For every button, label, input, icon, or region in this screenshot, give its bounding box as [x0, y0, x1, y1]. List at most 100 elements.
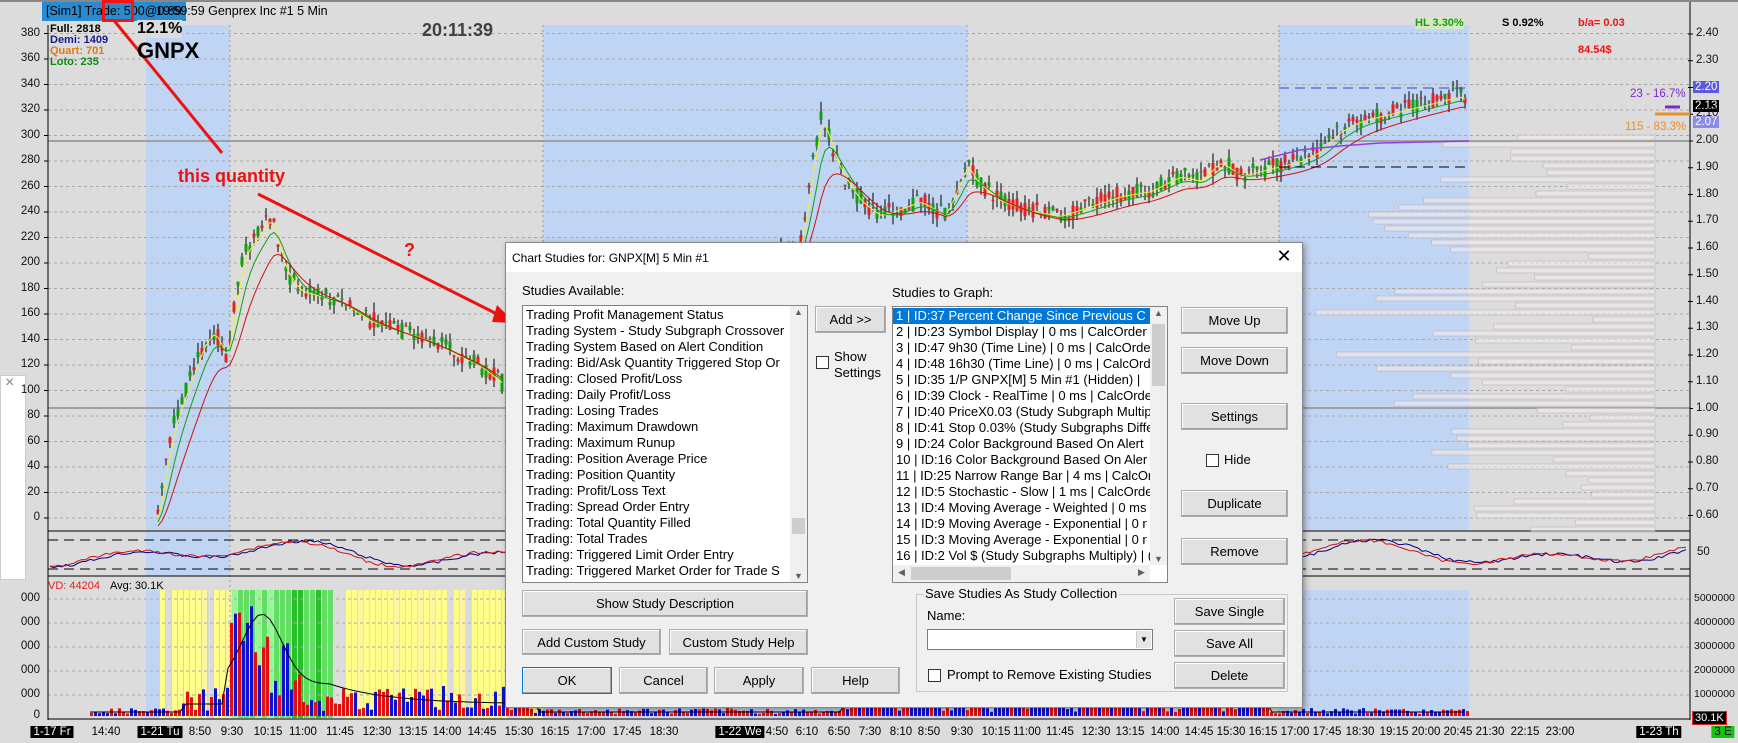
scroll-up-icon[interactable]: ▲	[790, 307, 807, 317]
help-button[interactable]: Help	[811, 667, 900, 694]
duplicate-button[interactable]: Duplicate	[1181, 490, 1288, 517]
study-available-item[interactable]: Trading: Maximum Runup	[523, 435, 807, 451]
candle-body	[1371, 112, 1375, 117]
volume-bar	[422, 695, 425, 716]
collection-name-combo[interactable]: ▼	[927, 629, 1153, 650]
study-available-item[interactable]: Trading: Total Trades	[523, 531, 807, 547]
volume-bar	[418, 691, 421, 716]
study-graph-item[interactable]: 4 | ID:48 16h30 (Time Line) | 0 ms | Cal…	[893, 356, 1150, 372]
study-graph-item[interactable]: 2 | ID:23 Symbol Display | 0 ms | CalcOr…	[893, 324, 1150, 340]
volume-bar	[1378, 710, 1381, 716]
study-graph-item[interactable]: 8 | ID:41 Stop 0.03% (Study Subgraphs Di…	[893, 420, 1150, 436]
volume-profile-bar	[1373, 218, 1656, 225]
apply-button[interactable]: Apply	[714, 667, 804, 694]
study-available-item[interactable]: Trading: Losing Trades	[523, 403, 807, 419]
volume-bar	[1450, 709, 1453, 716]
save-all-button[interactable]: Save All	[1174, 630, 1285, 657]
cancel-button[interactable]: Cancel	[619, 667, 708, 694]
remove-button[interactable]: Remove	[1181, 538, 1288, 565]
scroll-up-icon[interactable]: ▲	[1150, 308, 1167, 318]
study-available-item[interactable]: Trading: Total Quantity Filled	[523, 515, 807, 531]
right-axis-label: 2.10	[1696, 107, 1719, 120]
chevron-down-icon[interactable]: ▼	[1136, 631, 1151, 648]
study-available-item[interactable]: Trading: Closed Profit/Loss	[523, 371, 807, 387]
study-available-item[interactable]: Trading System Based on Alert Condition	[523, 339, 807, 355]
settings-button[interactable]: Settings	[1181, 403, 1288, 430]
study-graph-item[interactable]: 7 | ID:40 PriceX0.03 (Study Subgraph Mul…	[893, 404, 1150, 420]
add-study-button[interactable]: Add >>	[815, 306, 886, 333]
study-graph-item[interactable]: 11 | ID:25 Narrow Range Bar | 4 ms | Cal…	[893, 468, 1150, 484]
study-available-item[interactable]: Trading: Triggered Market Order for Trad…	[523, 563, 807, 579]
volume-background-stripe	[310, 590, 315, 718]
delete-button[interactable]: Delete	[1174, 662, 1285, 689]
scrollbar[interactable]: ▲ ▼	[790, 306, 807, 582]
volume-bar	[1294, 709, 1297, 716]
volume-bar	[606, 709, 609, 716]
candle-body	[196, 351, 200, 358]
study-graph-item[interactable]: 9 | ID:24 Color Background Based On Aler…	[893, 436, 1150, 452]
hide-checkbox[interactable]	[1206, 454, 1219, 467]
candle-body	[364, 309, 368, 311]
volume-bar	[1306, 712, 1309, 716]
volume-bar	[270, 692, 273, 716]
scroll-thumb[interactable]	[911, 567, 1011, 580]
scroll-left-icon[interactable]: ◀	[893, 567, 910, 578]
study-graph-item[interactable]: 16 | ID:2 Vol $ (Study Subgraphs Multipl…	[893, 548, 1150, 564]
ok-button[interactable]: OK	[522, 667, 612, 694]
show-settings-checkbox[interactable]	[816, 356, 829, 369]
volume-bar	[1398, 709, 1401, 716]
study-available-item[interactable]: Trading: Spread Order Entry	[523, 499, 807, 515]
volume-background-stripe	[436, 590, 441, 718]
study-available-item[interactable]: Trading Profit Management Status	[523, 307, 807, 323]
studies-to-graph-list[interactable]: 1 | ID:37 Percent Change Since Previous …	[892, 306, 1168, 583]
study-graph-item[interactable]: 10 | ID:16 Color Background Based On Ale…	[893, 452, 1150, 468]
study-graph-item[interactable]: 13 | ID:4 Moving Average - Weighted | 0 …	[893, 500, 1150, 516]
custom-study-help-button[interactable]: Custom Study Help	[669, 629, 808, 655]
close-icon[interactable]: ×	[5, 374, 14, 392]
volume-bar	[374, 691, 377, 716]
close-icon[interactable]: ✕	[1272, 246, 1296, 267]
study-available-item[interactable]: Trading: Position Quantity	[523, 467, 807, 483]
show-study-description-button[interactable]: Show Study Description	[522, 590, 808, 617]
study-graph-item[interactable]: 15 | ID:3 Moving Average - Exponential |…	[893, 532, 1150, 548]
study-graph-item[interactable]: 1 | ID:37 Percent Change Since Previous …	[893, 308, 1150, 324]
time-label: 17:00	[576, 726, 606, 738]
study-available-item[interactable]: Trading: Triggered Limit Order Entry	[523, 547, 807, 563]
volume-bar	[546, 709, 549, 716]
scroll-down-icon[interactable]: ▼	[790, 571, 807, 581]
study-available-item[interactable]: Trading: Daily Profit/Loss	[523, 387, 807, 403]
study-graph-item[interactable]: 12 | ID:5 Stochastic - Slow | 1 ms | Cal…	[893, 484, 1150, 500]
prompt-remove-checkbox[interactable]	[928, 669, 941, 682]
study-graph-item[interactable]: 5 | ID:35 1/P GNPX[M] 5 Min #1 (Hidden) …	[893, 372, 1150, 388]
study-graph-item[interactable]: 3 | ID:47 9h30 (Time Line) | 0 ms | Calc…	[893, 340, 1150, 356]
study-graph-item[interactable]: 14 | ID:9 Moving Average - Exponential |…	[893, 516, 1150, 532]
study-available-item[interactable]: Trading: Profit/Loss Text	[523, 483, 807, 499]
candle-body	[1087, 198, 1091, 200]
time-label: 12:30	[1081, 726, 1111, 738]
volume-profile-bar	[1314, 309, 1656, 316]
volume-bar	[722, 713, 725, 716]
study-available-item[interactable]: Trading: Bid/Ask Quantity Triggered Stop…	[523, 355, 807, 371]
study-available-item[interactable]: Trading System - Study Subgraph Crossove…	[523, 323, 807, 339]
scroll-thumb[interactable]	[792, 518, 805, 534]
save-single-button[interactable]: Save Single	[1174, 598, 1285, 625]
scrollbar[interactable]: ▲ ▼	[1150, 307, 1167, 565]
candle-body	[1419, 97, 1423, 99]
dialog-title-bar[interactable]: Chart Studies for: GNPX[M] 5 Min #1 ✕	[506, 243, 1302, 272]
studies-available-list[interactable]: Trading Profit Management Status Trading …	[522, 305, 808, 583]
move-down-button[interactable]: Move Down	[1181, 347, 1288, 374]
time-label: 14:00	[1150, 726, 1180, 738]
horizontal-scrollbar[interactable]: ◀ ▶	[893, 565, 1150, 582]
volume-bar	[378, 689, 381, 716]
scroll-down-icon[interactable]: ▼	[1150, 554, 1167, 564]
add-custom-study-button[interactable]: Add Custom Study	[522, 629, 661, 655]
move-up-button[interactable]: Move Up	[1181, 307, 1288, 334]
study-graph-item[interactable]: 6 | ID:39 Clock - RealTime | 0 ms | Calc…	[893, 388, 1150, 404]
candle-body	[256, 227, 260, 236]
study-available-item[interactable]: Trading: Maximum Drawdown	[523, 419, 807, 435]
time-label: 15:30	[504, 726, 534, 738]
scroll-right-icon[interactable]: ▶	[1133, 567, 1150, 578]
study-available-item[interactable]: Trading: Position Average Price	[523, 451, 807, 467]
volume-bar	[806, 712, 809, 716]
scroll-thumb[interactable]	[1152, 324, 1165, 386]
